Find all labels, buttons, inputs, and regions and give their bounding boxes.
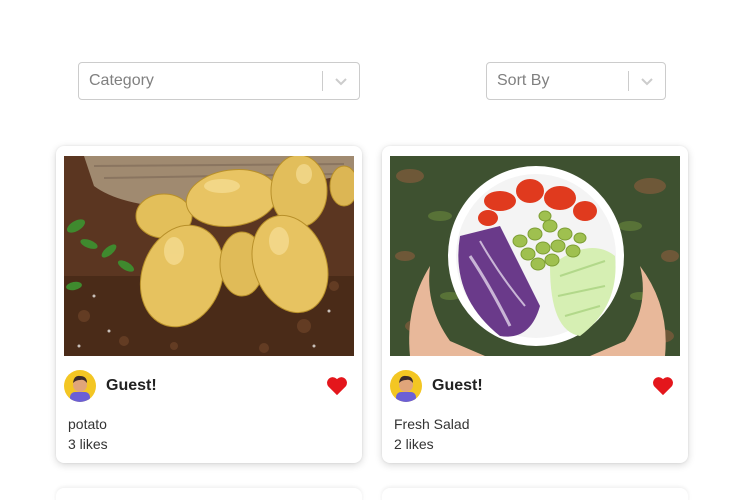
chevron-down-icon[interactable] — [323, 63, 359, 99]
potatoes-photo[interactable] — [64, 156, 354, 356]
post-author[interactable]: Guest! — [64, 370, 157, 402]
post-card[interactable] — [56, 488, 362, 500]
heart-icon[interactable] — [326, 376, 348, 396]
sort-select[interactable]: Sort By — [486, 62, 666, 100]
post-title: Fresh Salad — [394, 416, 470, 432]
like-count: 2 likes — [394, 436, 434, 452]
post-card[interactable]: Guest! Fresh Salad 2 likes — [382, 146, 688, 463]
like-count: 3 likes — [68, 436, 108, 452]
post-author[interactable]: Guest! — [390, 370, 483, 402]
author-name: Guest! — [432, 377, 483, 394]
sort-placeholder: Sort By — [497, 72, 550, 89]
category-placeholder: Category — [89, 72, 154, 89]
category-select[interactable]: Category — [78, 62, 360, 100]
avatar[interactable] — [64, 370, 96, 402]
salad-bowl-photo[interactable] — [390, 156, 680, 356]
post-card[interactable]: Guest! potato 3 likes — [56, 146, 362, 463]
avatar[interactable] — [390, 370, 422, 402]
heart-icon[interactable] — [652, 376, 674, 396]
author-name: Guest! — [106, 377, 157, 394]
post-card[interactable] — [382, 488, 688, 500]
post-title: potato — [68, 416, 107, 432]
chevron-down-icon[interactable] — [629, 63, 665, 99]
